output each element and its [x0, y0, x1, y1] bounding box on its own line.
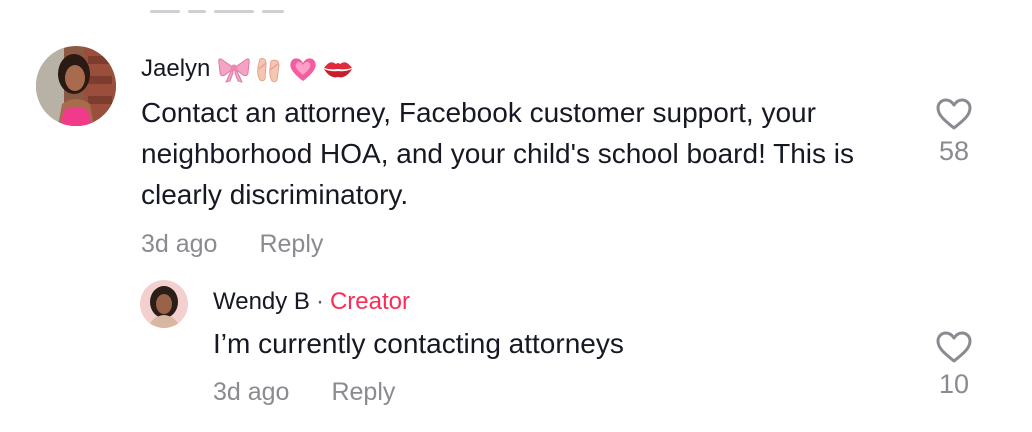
- heart-outline-icon: [936, 331, 972, 363]
- ballet-shoes-emoji: [257, 58, 280, 83]
- kiss-mark-emoji: [324, 62, 353, 78]
- reply-header: Wendy B · Creator: [213, 285, 410, 319]
- comment-text: Contact an attorney, Facebook customer s…: [141, 97, 855, 210]
- growing-heart-emoji: [290, 58, 317, 81]
- username-emojis: [218, 55, 354, 83]
- comment-meta: 3d ago Reply: [141, 230, 323, 259]
- like-count: 10: [938, 369, 970, 399]
- separator-dot: ·: [315, 288, 324, 315]
- like-button[interactable]: 10: [924, 330, 984, 400]
- comment-header: Jaelyn: [141, 52, 354, 86]
- username[interactable]: Wendy B: [213, 288, 310, 316]
- username[interactable]: Jaelyn: [141, 55, 210, 83]
- reply-button[interactable]: Reply: [331, 378, 395, 407]
- timestamp: 3d ago: [141, 230, 218, 258]
- previous-comment-cutoff: [150, 0, 300, 13]
- timestamp: 3d ago: [213, 378, 290, 406]
- reply-button[interactable]: Reply: [259, 230, 323, 259]
- creator-badge: Creator: [329, 288, 410, 315]
- comment-text: I’m currently contacting attorneys: [213, 328, 624, 359]
- bow-emoji: [218, 58, 251, 83]
- avatar[interactable]: [36, 46, 116, 126]
- like-button[interactable]: 58: [924, 97, 984, 167]
- heart-outline-icon: [936, 98, 972, 130]
- user-photo: [140, 280, 188, 328]
- like-count: 58: [938, 136, 970, 166]
- comment-meta: 3d ago Reply: [213, 378, 395, 407]
- avatar[interactable]: [140, 280, 188, 328]
- user-photo: [36, 46, 116, 126]
